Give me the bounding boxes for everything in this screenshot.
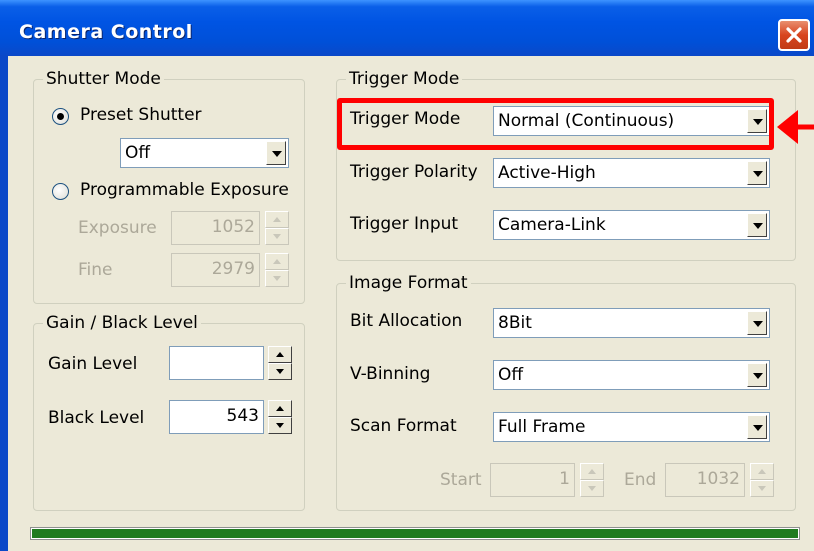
gain-level-field[interactable] bbox=[169, 346, 264, 380]
bit-allocation-label: Bit Allocation bbox=[350, 311, 463, 331]
bit-allocation-select[interactable]: 8Bit bbox=[493, 308, 770, 338]
gain-stepper-down[interactable] bbox=[268, 363, 292, 380]
start-stepper-up[interactable] bbox=[580, 463, 604, 480]
highlight-box bbox=[337, 98, 774, 150]
trigger-polarity-select[interactable]: Active-High bbox=[493, 158, 770, 188]
chevron-down-icon bbox=[747, 415, 767, 439]
chevron-down-icon bbox=[747, 363, 767, 387]
start-field[interactable]: 1 bbox=[490, 463, 575, 497]
exposure-stepper-down[interactable] bbox=[265, 228, 289, 245]
end-label: End bbox=[624, 470, 657, 490]
trigger-polarity-label: Trigger Polarity bbox=[350, 162, 478, 182]
chevron-down-icon bbox=[266, 141, 286, 165]
fine-stepper-down[interactable] bbox=[265, 270, 289, 287]
window-title: Camera Control bbox=[19, 21, 193, 43]
shutter-mode-legend: Shutter Mode bbox=[43, 68, 164, 90]
progress-fill bbox=[32, 529, 798, 538]
programmable-exposure-radio[interactable] bbox=[52, 183, 69, 200]
exposure-field[interactable]: 1052 bbox=[171, 211, 260, 245]
v-binning-label: V-Binning bbox=[350, 364, 431, 384]
close-button[interactable] bbox=[778, 19, 810, 51]
start-stepper[interactable] bbox=[580, 463, 604, 497]
annotation-arrow-icon bbox=[777, 110, 814, 144]
end-stepper-up[interactable] bbox=[750, 463, 774, 480]
preset-shutter-radio[interactable] bbox=[52, 108, 69, 125]
title-bar: Camera Control bbox=[0, 0, 814, 56]
black-stepper-down[interactable] bbox=[268, 417, 292, 434]
preset-shutter-label[interactable]: Preset Shutter bbox=[80, 104, 202, 126]
chevron-down-icon bbox=[747, 161, 767, 185]
fine-stepper[interactable] bbox=[265, 253, 289, 287]
exposure-stepper-up[interactable] bbox=[265, 211, 289, 228]
v-binning-value: Off bbox=[498, 365, 524, 385]
fine-field[interactable]: 2979 bbox=[171, 253, 260, 287]
trigger-polarity-value: Active-High bbox=[498, 163, 596, 183]
image-format-legend: Image Format bbox=[346, 272, 471, 294]
start-stepper-down[interactable] bbox=[580, 480, 604, 497]
preset-shutter-select[interactable]: Off bbox=[120, 138, 289, 168]
progress-bar bbox=[30, 527, 800, 540]
scan-format-select[interactable]: Full Frame bbox=[493, 412, 770, 442]
preset-shutter-value: Off bbox=[125, 143, 151, 163]
gain-level-stepper[interactable] bbox=[268, 346, 292, 380]
end-field[interactable]: 1032 bbox=[665, 463, 745, 497]
trigger-mode-legend: Trigger Mode bbox=[346, 68, 463, 90]
start-label: Start bbox=[440, 470, 482, 490]
chevron-down-icon bbox=[747, 213, 767, 237]
black-level-stepper[interactable] bbox=[268, 400, 292, 434]
black-level-field[interactable]: 543 bbox=[169, 400, 264, 434]
end-stepper[interactable] bbox=[750, 463, 774, 497]
gain-level-label: Gain Level bbox=[48, 354, 138, 374]
trigger-input-label: Trigger Input bbox=[350, 214, 459, 234]
window-frame-left bbox=[0, 56, 8, 551]
gain-black-legend: Gain / Black Level bbox=[43, 312, 201, 334]
scan-format-label: Scan Format bbox=[350, 416, 457, 436]
chevron-down-icon bbox=[747, 311, 767, 335]
v-binning-select[interactable]: Off bbox=[493, 360, 770, 390]
scan-format-value: Full Frame bbox=[498, 417, 586, 437]
exposure-stepper[interactable] bbox=[265, 211, 289, 245]
fine-label: Fine bbox=[78, 260, 113, 280]
programmable-exposure-label[interactable]: Programmable Exposure bbox=[80, 179, 289, 201]
trigger-input-select[interactable]: Camera-Link bbox=[493, 210, 770, 240]
end-stepper-down[interactable] bbox=[750, 480, 774, 497]
black-level-label: Black Level bbox=[48, 408, 145, 428]
bit-allocation-value: 8Bit bbox=[498, 313, 532, 333]
trigger-input-value: Camera-Link bbox=[498, 215, 606, 235]
fine-stepper-up[interactable] bbox=[265, 253, 289, 270]
black-stepper-up[interactable] bbox=[268, 400, 292, 417]
camera-control-window: Camera Control Shutter Mode Preset Shutt… bbox=[0, 0, 814, 551]
exposure-label: Exposure bbox=[78, 218, 157, 238]
gain-stepper-up[interactable] bbox=[268, 346, 292, 363]
close-icon bbox=[786, 27, 802, 43]
